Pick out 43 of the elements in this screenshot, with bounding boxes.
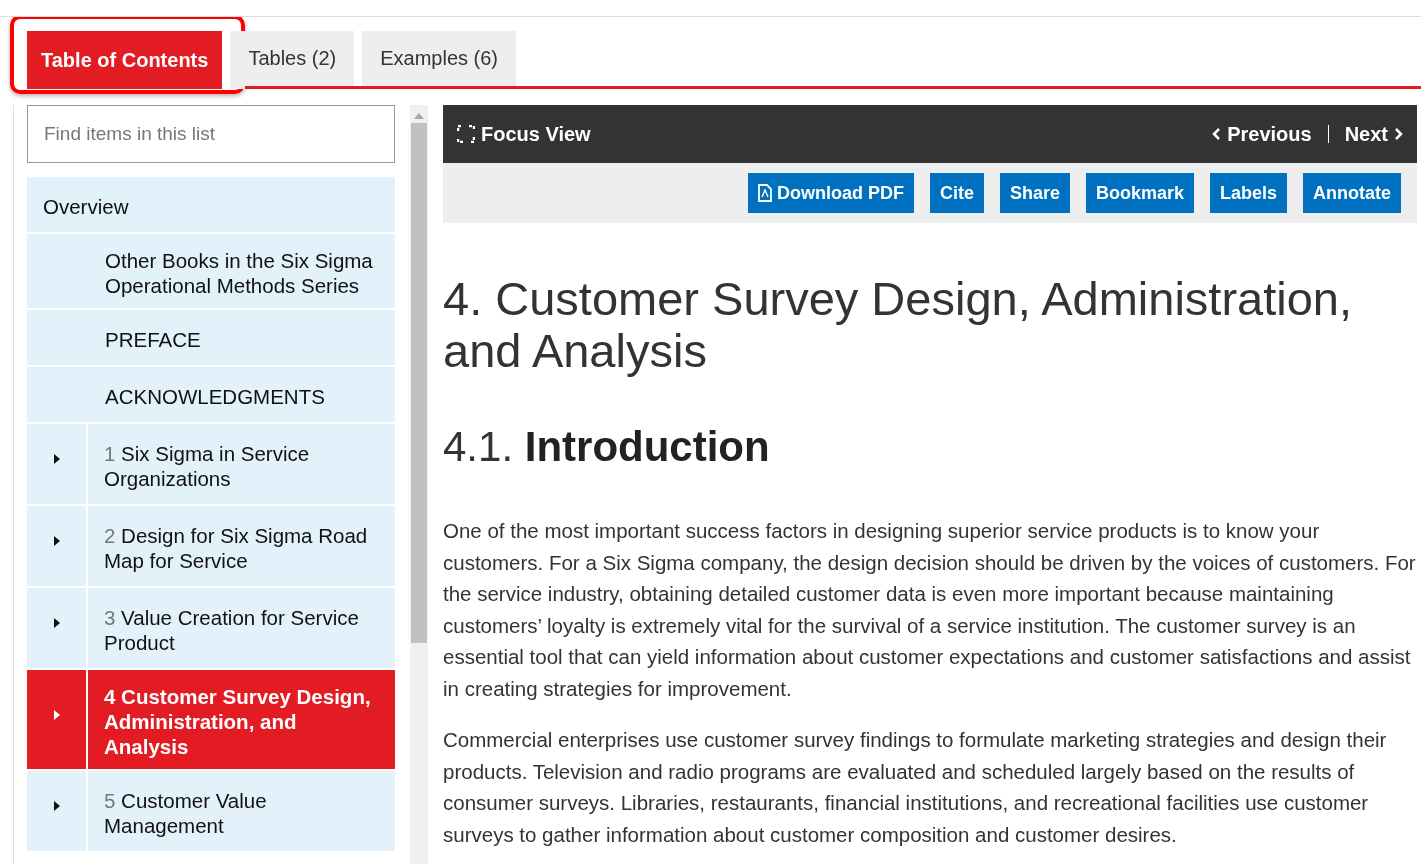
chapter-title: 5 Customer Value Management: [103, 788, 268, 839]
action-button[interactable]: Download PDF: [747, 173, 914, 213]
chevron-right-icon: [1394, 127, 1403, 141]
action-button[interactable]: Cite: [929, 173, 984, 213]
toc-item[interactable]: 1 Six Sigma in Service Organizations: [27, 424, 395, 504]
toc-item[interactable]: PREFACE: [27, 310, 395, 365]
action-button[interactable]: Share: [999, 173, 1070, 213]
chevron-left-icon: [1212, 127, 1222, 141]
expand-icon: [457, 125, 475, 143]
focus-view-button[interactable]: Focus View: [457, 122, 591, 146]
document-icon: [757, 184, 772, 202]
scrollbar[interactable]: [410, 105, 428, 864]
caret-icon: [52, 708, 61, 721]
toc-item[interactable]: 5 Customer Value Management: [27, 771, 395, 851]
tab[interactable]: Examples (6): [362, 31, 517, 89]
toc-item[interactable]: 2 Design for Six Sigma Road Map for Service: [27, 506, 395, 586]
toc-item[interactable]: Other Books in the Six Sigma Operational Methods Series: [27, 234, 395, 308]
tab[interactable]: Tables (2): [230, 31, 355, 89]
action-button[interactable]: Annotate: [1303, 173, 1401, 213]
action-button[interactable]: Labels: [1209, 173, 1287, 213]
toc-item[interactable]: 4 Customer Survey Design, Administration, and Analysis: [27, 670, 395, 769]
chapter-title: 3 Value Creation for Service Product: [103, 605, 360, 656]
chapter-title: 1 Six Sigma in Service Organizations: [103, 441, 311, 492]
caret-icon: [52, 453, 61, 465]
previous-link[interactable]: Previous: [1212, 122, 1312, 146]
scroll-up-icon[interactable]: [414, 113, 424, 119]
toc-item[interactable]: ACKNOWLEDGMENTS: [27, 367, 395, 422]
caret-icon: [52, 617, 61, 629]
chapter-title: 2 Design for Six Sigma Road Map for Service: [103, 523, 369, 574]
section-heading: 4.1. Introduction: [443, 423, 771, 471]
search-field[interactable]: Find items in this list: [27, 105, 395, 163]
caret-icon: [52, 800, 61, 812]
body-paragraph: Commercial enterprises use customer survey findings to formulate marketing strategies and design their products. Television and radio programs are evaluated and scheduled largely based on the results of consumer surveys. Libraries, restaurants, financial institutions, and recreational facilities use customer surveys to gather information about customer composition and customer desires.: [443, 727, 1388, 848]
chapter-heading: 4. Customer Survey Design, Administration, and Analysis: [443, 273, 1354, 377]
toc-item[interactable]: Overview: [27, 177, 395, 232]
chapter-title: 4 Customer Survey Design, Administration, and Analysis: [103, 684, 372, 760]
tab[interactable]: Table of Contents: [27, 31, 223, 89]
action-button[interactable]: Bookmark: [1085, 173, 1194, 213]
toc-item[interactable]: 3 Value Creation for Service Product: [27, 588, 395, 668]
scroll-thumb[interactable]: [411, 123, 427, 643]
caret-icon: [52, 535, 61, 547]
body-paragraph: One of the most important success factors in designing superior service products is to know your customers. For a Six Sigma company, the design decision should be driven by the voices of customers. For the service industry, obtaining detailed customer data is even more important because maintaining customers’ loyalty is extremely vital for the survival of a service institution. The customer survey is an essential tool that can yield information about customer expectations and customer satisfactions and assist in creating strategies for improvement.: [443, 518, 1417, 702]
next-link[interactable]: Next: [1344, 122, 1403, 146]
